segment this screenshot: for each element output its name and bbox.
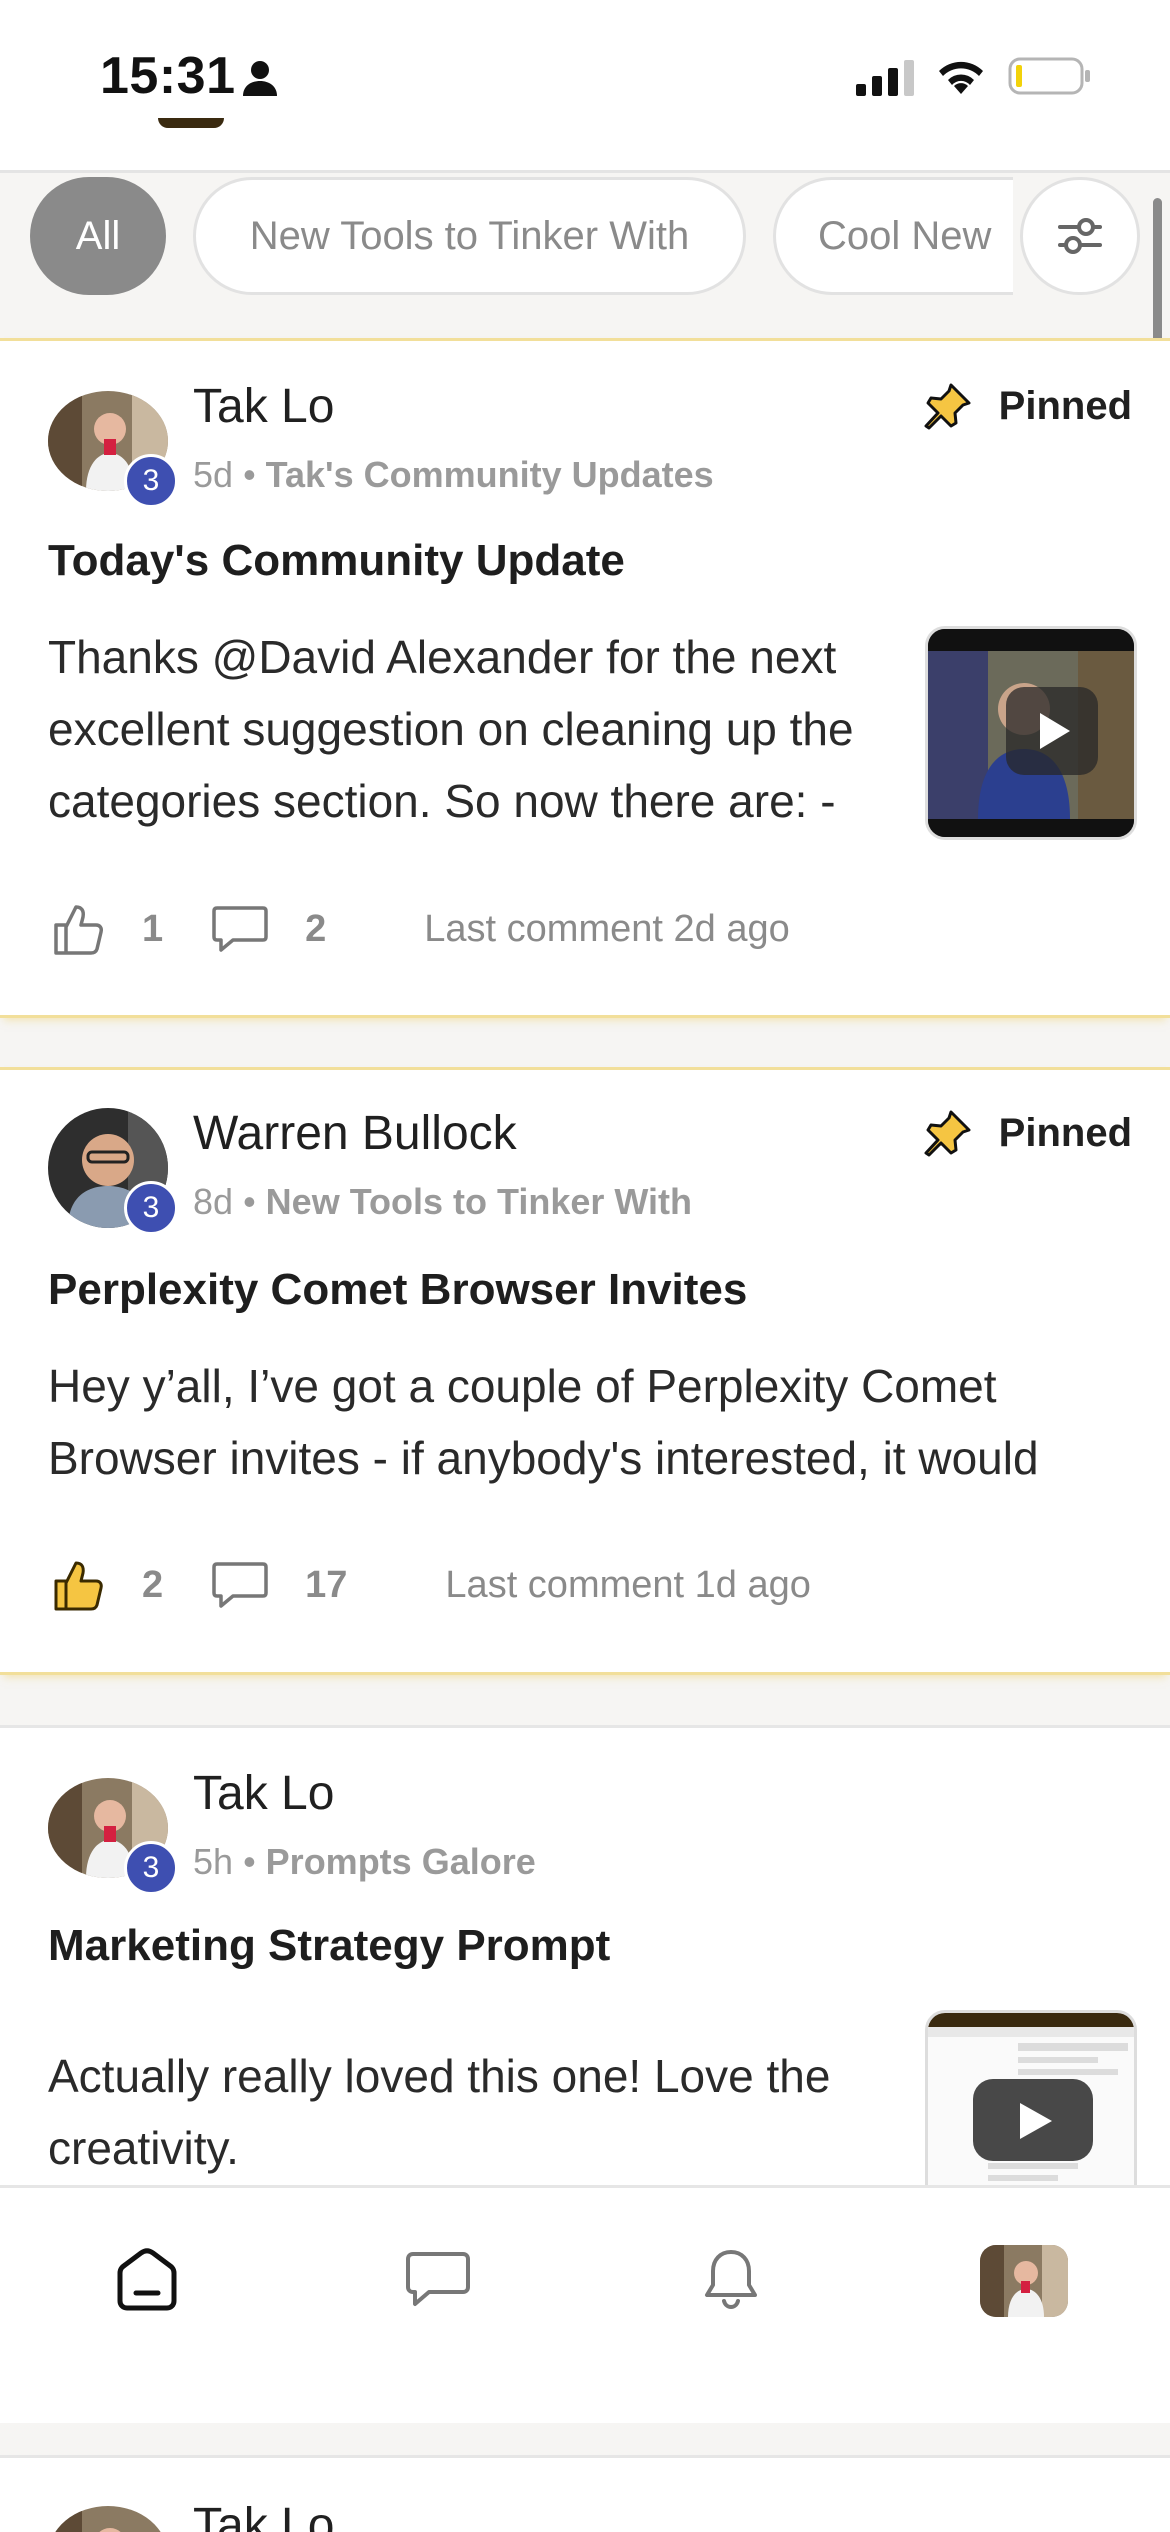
post-age: 5d [193,454,234,495]
meta-separator: • [243,1181,266,1222]
thumbs-up-filled-icon[interactable] [50,1557,106,1613]
post-title[interactable]: Marketing Strategy Prompt [48,1921,610,1971]
meta-separator: • [243,454,266,495]
pinned-badge: Pinned [923,1108,1132,1158]
person-icon [243,61,277,96]
cellular-signal-icon [856,60,914,96]
avatar[interactable] [48,2506,168,2532]
post-category[interactable]: Tak's Community Updates [266,454,714,495]
comment-count: 2 [305,907,327,950]
pin-icon [924,1110,971,1157]
bell-icon [705,2250,757,2310]
category-filter-bar: All New Tools to Tinker With Cool New [0,170,1170,340]
filter-chip-new-tools[interactable]: New Tools to Tinker With [193,177,746,295]
chat-icon [406,2252,470,2306]
post-category[interactable]: New Tools to Tinker With [266,1181,692,1222]
nav-profile-avatar[interactable] [980,2245,1068,2317]
video-thumbnail[interactable] [925,2010,1137,2185]
post-category[interactable]: Prompts Galore [266,1841,536,1882]
post-card[interactable]: 3 Tak Lo 5h • Prompts Galore Marketing S… [0,1725,1170,2185]
pin-icon [924,383,971,430]
home-icon [117,2248,177,2311]
level-badge: 3 [124,1841,178,1895]
like-count: 1 [142,907,164,950]
comment-icon[interactable] [211,1560,269,1610]
filter-chip-cool-new[interactable]: Cool New [773,177,1013,295]
post-author[interactable]: Tak Lo [193,379,334,434]
comment-count: 17 [305,1563,348,1606]
post-body[interactable]: Actually really loved this one! Love the… [48,2040,908,2184]
bottom-navigation [0,2185,1170,2423]
filter-chip-all[interactable]: All [30,177,166,295]
last-comment-time: Last comment 2d ago [424,907,790,950]
wifi-icon [939,61,983,94]
meta-separator: • [243,1841,266,1882]
post-meta: 5h • Prompts Galore [193,1841,536,1883]
post-meta: 8d • New Tools to Tinker With [193,1181,692,1223]
thumbs-up-icon[interactable] [50,901,106,957]
pinned-badge: Pinned [923,381,1132,431]
nav-home[interactable] [112,2244,182,2314]
post-meta: 5d • Tak's Community Updates [193,454,714,496]
post-title[interactable]: Perplexity Comet Browser Invites [48,1265,747,1315]
post-actions: 2 17 Last comment 1d ago [50,1557,811,1613]
filter-settings-button[interactable] [1020,177,1140,295]
post-body[interactable]: Thanks @David Alexander for the next exc… [48,621,908,837]
nav-chat[interactable] [403,2244,473,2314]
post-card[interactable]: 3 Warren Bullock 8d • New Tools to Tinke… [0,1067,1170,1675]
nav-notifications[interactable] [696,2244,766,2314]
comment-icon[interactable] [211,904,269,954]
post-age: 5h [193,1841,234,1882]
status-time: 15:31 [100,47,236,105]
header-peek [158,118,224,128]
battery-icon [1008,57,1090,95]
level-badge: 3 [124,1181,178,1235]
like-count: 2 [142,1563,164,1606]
status-bar: 15:31 [0,0,1170,170]
pinned-label: Pinned [998,383,1132,428]
post-author[interactable]: Tak Lo [193,1766,334,1821]
sliders-icon [1058,218,1102,254]
post-card[interactable]: 3 Tak Lo 5d • Tak's Community Updates Pi… [0,338,1170,1018]
video-thumbnail[interactable] [925,626,1137,840]
post-title[interactable]: Today's Community Update [48,536,625,586]
post-body[interactable]: Hey y’all, I’ve got a couple of Perplexi… [48,1350,1138,1494]
post-card-peek[interactable]: Tak Lo [0,2455,1170,2532]
level-badge: 3 [124,454,178,508]
post-author[interactable]: Warren Bullock [193,1106,517,1161]
post-actions: 1 2 Last comment 2d ago [50,901,790,957]
post-author[interactable]: Tak Lo [193,2498,334,2532]
post-age: 8d [193,1181,234,1222]
pinned-label: Pinned [998,1110,1132,1155]
last-comment-time: Last comment 1d ago [445,1563,811,1606]
